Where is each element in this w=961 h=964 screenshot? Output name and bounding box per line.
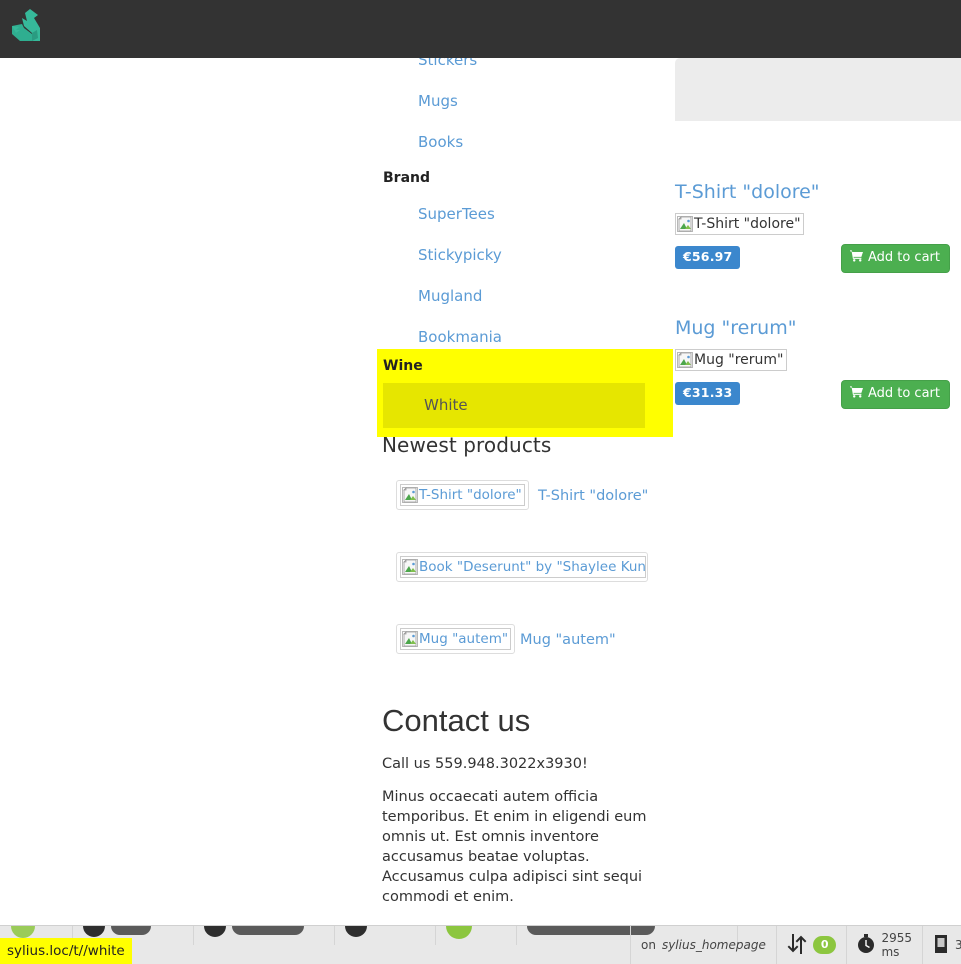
security-icon	[345, 926, 367, 937]
list-item: Book "Deserunt" by "Shaylee Kunze"	[382, 530, 652, 602]
broken-image-icon	[677, 216, 693, 232]
duration-label: 2955 ms	[881, 931, 913, 959]
newest-product-link[interactable]: T-Shirt "dolore"	[538, 488, 648, 504]
newest-products-list: T-Shirt "dolore" T-Shirt "dolore" Book "…	[382, 458, 652, 674]
debug-block-redirects[interactable]: 0	[777, 926, 848, 964]
price-row: €56.97 Add to cart	[675, 244, 961, 276]
product-thumbnail[interactable]: T-Shirt "dolore"	[675, 213, 804, 235]
route-prefix-label: on	[641, 938, 656, 952]
taxon-sidebar: Stickers Mugs Books Brand SuperTees Stic…	[377, 40, 677, 358]
newest-product-link[interactable]: Mug "autem"	[520, 632, 616, 648]
product-card: T-Shirt "dolore" T-Shirt "dolore" €56.97	[675, 180, 961, 276]
add-to-cart-label: Add to cart	[867, 250, 940, 265]
redirect-count-badge: 0	[812, 936, 837, 954]
newest-image-alt-text: Mug "autem"	[419, 631, 509, 647]
status-pill	[111, 926, 151, 935]
debug-block-cache[interactable]	[436, 926, 517, 945]
broken-image-icon	[402, 487, 418, 503]
memory-icon	[933, 934, 949, 957]
debug-block-memory[interactable]: 33.8	[923, 926, 961, 964]
newest-products-section: Newest products T-Shirt "dolore" T-Shirt…	[382, 432, 652, 674]
price-row: €31.33 Add to cart	[675, 380, 961, 412]
clock-icon	[857, 933, 875, 957]
broken-image-frame: Mug "autem"	[400, 628, 512, 650]
route-name-label: sylius_homepage	[661, 938, 766, 952]
sidebar-item-supertees[interactable]: SuperTees	[377, 194, 677, 235]
debug-toolbar-right: on sylius_homepage 0 2955 ms	[630, 926, 961, 964]
sidebar-item-mugs[interactable]: Mugs	[377, 81, 677, 122]
contact-section: Contact us Call us 559.948.3022x3930! Mi…	[382, 700, 650, 920]
top-gray-panel	[675, 58, 961, 121]
add-to-cart-label: Add to cart	[867, 386, 940, 401]
sidebar-item-books[interactable]: Books	[377, 122, 677, 163]
status-icon	[83, 926, 105, 937]
product-thumbnail[interactable]: Mug "rerum"	[675, 349, 787, 371]
newest-thumbnail-box[interactable]: T-Shirt "dolore"	[396, 480, 529, 510]
cart-icon	[849, 250, 863, 266]
product-card: Mug "rerum" Mug "rerum" €31.33 Add to ca…	[675, 316, 961, 412]
broken-image-icon	[402, 631, 418, 647]
sidebar-heading-brand: Brand	[383, 170, 431, 186]
memory-label: 33.8	[955, 938, 961, 952]
page-root: T-Shirt "dolore" T-Shirt "dolore" €56.97	[0, 0, 961, 964]
newest-thumbnail-box[interactable]: Book "Deserunt" by "Shaylee Kunze"	[396, 552, 648, 582]
sidebar-item-stickypicky[interactable]: Stickypicky	[377, 235, 677, 276]
newest-products-heading: Newest products	[382, 433, 552, 457]
list-item: Mug "autem" Mug "autem"	[382, 602, 652, 674]
debug-block-request[interactable]	[194, 926, 335, 945]
newest-image-alt-text: Book "Deserunt" by "Shaylee Kunze"	[419, 559, 646, 575]
sidebar-heading-wine: Wine	[383, 358, 423, 374]
broken-image-frame: Book "Deserunt" by "Shaylee Kunze"	[400, 556, 646, 578]
product-column: T-Shirt "dolore" T-Shirt "dolore" €56.97	[675, 58, 961, 412]
list-item: T-Shirt "dolore" T-Shirt "dolore"	[382, 458, 652, 530]
wine-taxon-highlight-block: Wine White	[377, 349, 673, 437]
site-header	[0, 0, 961, 58]
contact-heading: Contact us	[382, 703, 531, 738]
broken-image-icon	[402, 559, 418, 575]
debug-block-time[interactable]: 2955 ms	[847, 926, 924, 964]
cache-icon	[446, 926, 472, 939]
request-pill	[232, 926, 304, 935]
sylius-logo[interactable]	[10, 8, 50, 50]
debug-block-security[interactable]	[335, 926, 436, 945]
white-link-highlight: White	[383, 383, 645, 428]
sidebar-item-mugland[interactable]: Mugland	[377, 276, 677, 317]
symfony-debug-toolbar: on sylius_homepage 0 2955 ms	[0, 925, 961, 964]
product-image-alt-text: T-Shirt "dolore"	[694, 216, 801, 232]
cart-icon	[849, 386, 863, 402]
price-badge: €31.33	[675, 382, 741, 405]
product-image-alt-text: Mug "rerum"	[694, 352, 784, 368]
price-badge: €56.97	[675, 246, 741, 269]
product-title-link[interactable]: T-Shirt "dolore"	[675, 180, 961, 204]
broken-image-icon	[677, 352, 693, 368]
add-to-cart-button[interactable]: Add to cart	[840, 244, 950, 273]
debug-block-route[interactable]: on sylius_homepage	[630, 926, 777, 964]
add-to-cart-button[interactable]: Add to cart	[840, 380, 950, 409]
request-icon	[204, 926, 226, 937]
link-status-tooltip: sylius.loc/t//white	[0, 938, 132, 964]
product-title-link[interactable]: Mug "rerum"	[675, 316, 961, 340]
redirect-icon	[787, 933, 807, 958]
newest-thumbnail-box[interactable]: Mug "autem"	[396, 624, 516, 654]
symfony-icon	[11, 926, 35, 938]
contact-body: Minus occaecati autem officia temporibus…	[382, 789, 647, 905]
sidebar-item-white[interactable]: White	[383, 383, 645, 428]
newest-image-alt-text: T-Shirt "dolore"	[419, 487, 522, 503]
broken-image-frame: T-Shirt "dolore"	[400, 484, 525, 506]
contact-phone: Call us 559.948.3022x3930!	[382, 756, 588, 772]
